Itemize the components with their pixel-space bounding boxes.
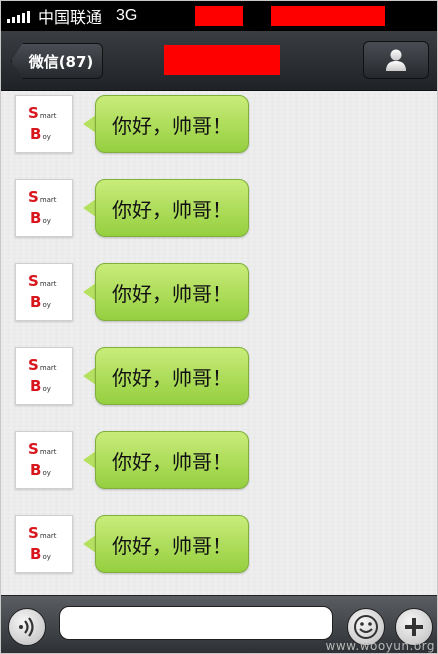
message-bubble[interactable]: 你好，帅哥！ [95, 179, 249, 237]
app-frame: 中国联通 3G 微信(87) Smart Boy 你好，帅哥！ Smart Bo… [0, 0, 438, 654]
input-bar: www.wooyun.org [1, 595, 437, 653]
message-row: Smart Boy 你好，帅哥！ [1, 259, 437, 321]
message-row: Smart Boy 你好，帅哥！ [1, 175, 437, 237]
watermark: www.wooyun.org [325, 639, 435, 653]
message-input[interactable] [59, 606, 333, 640]
avatar[interactable]: Smart Boy [15, 431, 73, 489]
person-icon [386, 49, 406, 71]
carrier-name: 中国联通 [38, 8, 103, 27]
status-bar: 中国联通 3G [1, 1, 437, 31]
profile-button[interactable] [363, 41, 429, 79]
message-bubble[interactable]: 你好，帅哥！ [95, 515, 249, 573]
redacted-block [271, 6, 385, 26]
plus-icon [405, 618, 423, 636]
message-row: Smart Boy 你好，帅哥！ [1, 427, 437, 489]
nav-bar: 微信(87) [1, 31, 437, 91]
message-bubble[interactable]: 你好，帅哥！ [95, 431, 249, 489]
avatar[interactable]: Smart Boy [15, 515, 73, 573]
voice-icon [19, 617, 34, 637]
voice-button[interactable] [8, 608, 46, 646]
message-row: Smart Boy 你好，帅哥！ [1, 91, 437, 153]
message-bubble[interactable]: 你好，帅哥！ [95, 95, 249, 153]
message-row: Smart Boy 你好，帅哥！ [1, 511, 437, 573]
avatar[interactable]: Smart Boy [15, 263, 73, 321]
avatar[interactable]: Smart Boy [15, 95, 73, 153]
redacted-title [164, 45, 280, 75]
message-row: Smart Boy 你好，帅哥！ [1, 343, 437, 405]
signal-icon [7, 9, 30, 23]
redacted-block [195, 6, 243, 26]
message-bubble[interactable]: 你好，帅哥！ [95, 263, 249, 321]
message-bubble[interactable]: 你好，帅哥！ [95, 347, 249, 405]
avatar[interactable]: Smart Boy [15, 179, 73, 237]
network-type: 3G [116, 7, 138, 24]
back-button[interactable]: 微信(87) [11, 43, 103, 79]
message-list[interactable]: Smart Boy 你好，帅哥！ Smart Boy 你好，帅哥！ Smart … [1, 91, 437, 595]
emoji-icon [354, 615, 378, 639]
avatar[interactable]: Smart Boy [15, 347, 73, 405]
